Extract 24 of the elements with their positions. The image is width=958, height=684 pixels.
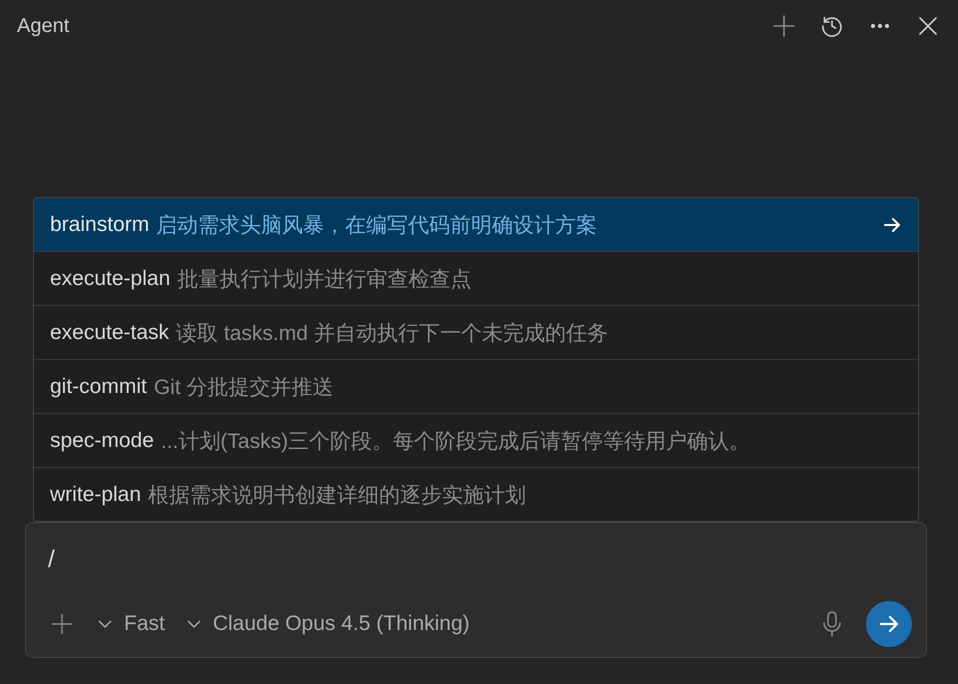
command-item[interactable]: spec-mode ...计划(Tasks)三个阶段。每个阶段完成后请暂停等待用户确认。: [34, 413, 918, 467]
command-description: 批量执行计划并进行审查检查点: [177, 266, 472, 292]
command-name: brainstorm: [50, 212, 150, 236]
command-item[interactable]: write-plan 根据需求说明书创建详细的逐步实施计划: [34, 467, 918, 521]
send-button[interactable]: [866, 601, 912, 647]
command-name: git-commit: [50, 374, 147, 398]
command-description: 启动需求头脑风暴，在编写代码前明确设计方案: [156, 212, 598, 238]
command-name: write-plan: [50, 482, 142, 506]
command-description: 根据需求说明书创建详细的逐步实施计划: [148, 482, 528, 508]
command-name: spec-mode: [50, 428, 154, 452]
command-description: Git 分批提交并推送: [154, 374, 335, 400]
message-input[interactable]: /: [48, 535, 912, 585]
command-item[interactable]: execute-task 读取 tasks.md 并自动执行下一个未完成的任务: [34, 305, 918, 359]
mode-dropdown[interactable]: Fast: [96, 612, 165, 636]
command-description: ...计划(Tasks)三个阶段。每个阶段完成后请暂停等待用户确认。: [160, 428, 752, 454]
command-item[interactable]: execute-plan 批量执行计划并进行审查检查点: [34, 251, 918, 305]
command-item[interactable]: brainstorm 启动需求头脑风暴，在编写代码前明确设计方案: [34, 198, 918, 251]
command-name: execute-plan: [50, 266, 170, 290]
command-description: 读取 tasks.md 并自动执行下一个未完成的任务: [176, 320, 609, 346]
command-item[interactable]: git-commit Git 分批提交并推送: [34, 359, 918, 413]
command-name: execute-task: [50, 320, 170, 344]
panel-title: Agent: [17, 14, 70, 38]
model-dropdown[interactable]: Claude Opus 4.5 (Thinking): [184, 612, 470, 636]
chat-input-box[interactable]: / Fast Claude Opus 4.5 (Thinking): [25, 522, 927, 658]
